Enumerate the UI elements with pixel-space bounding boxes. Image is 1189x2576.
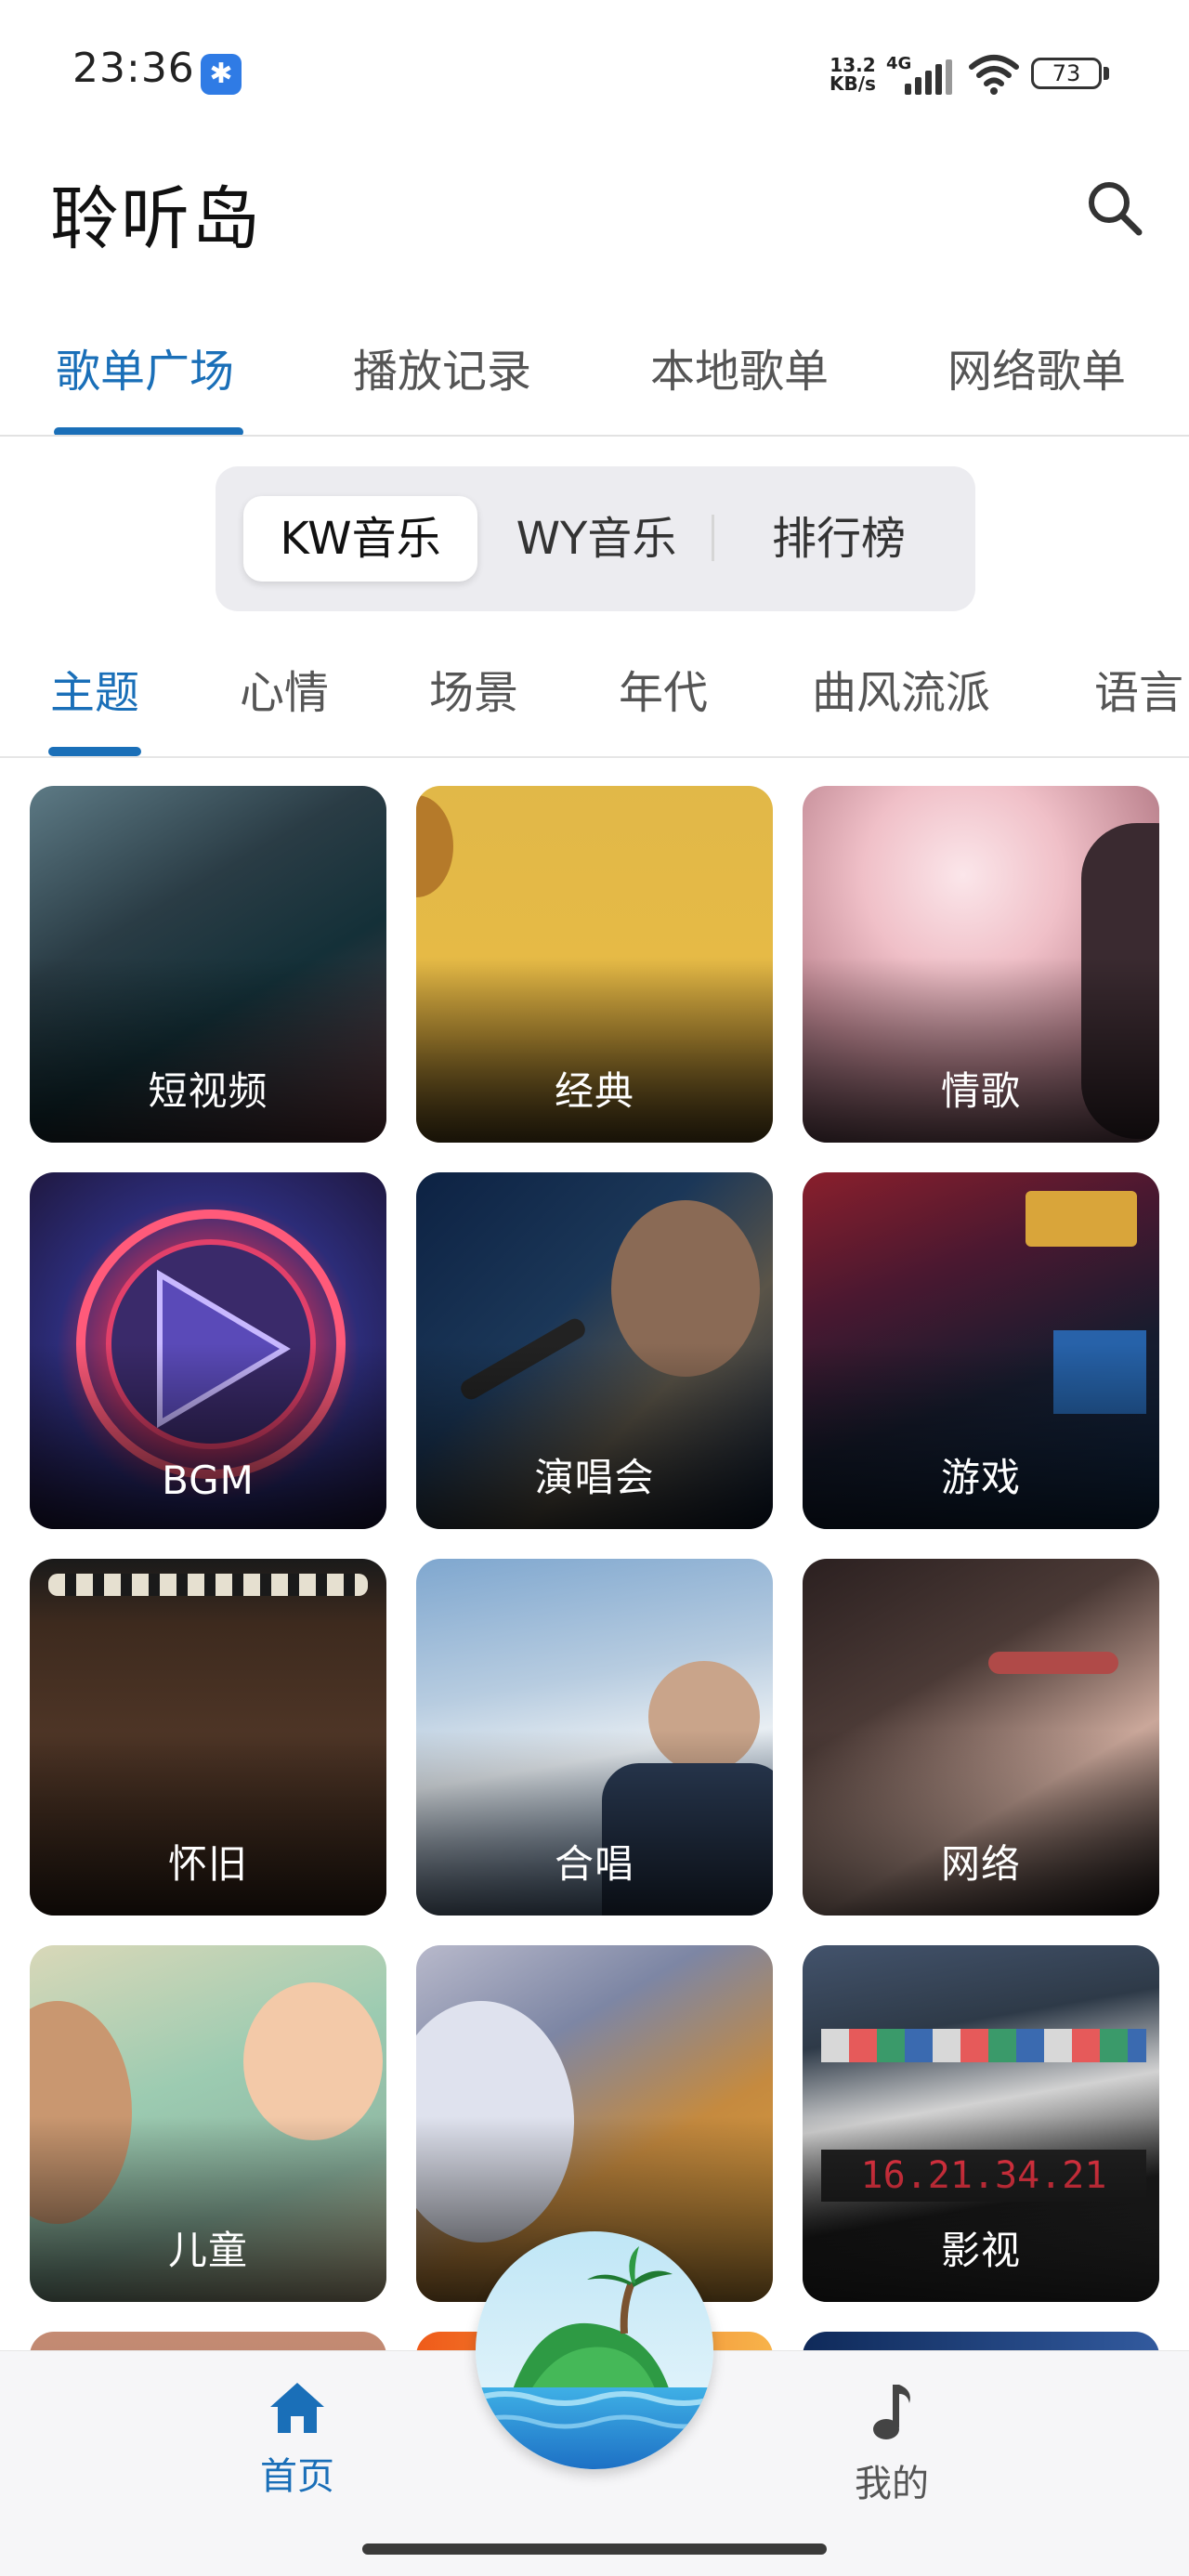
category-tab-scene[interactable]: 场景 [429, 656, 518, 721]
playlist-label: 情歌 [940, 1068, 1021, 1114]
playlist-card-nostalgia[interactable]: 怀旧 [30, 1559, 386, 1916]
playlist-card-concert[interactable]: 演唱会 [416, 1172, 773, 1529]
net-speed: 13.2 KB/s [830, 56, 876, 93]
wifi-icon [969, 55, 1019, 95]
nav-mine-label: 我的 [855, 2463, 929, 2505]
home-indicator[interactable] [362, 2543, 827, 2555]
playlist-card-games[interactable]: 游戏 [803, 1172, 1159, 1529]
battery-cap [1104, 67, 1109, 80]
cover-art [1026, 1191, 1137, 1247]
category-tab-theme[interactable]: 主题 [50, 656, 139, 721]
home-icon [270, 2383, 324, 2433]
status-bar: 23:36 ✱ 13.2 KB/s 4G 73 [0, 0, 1189, 149]
playlist-card-classic[interactable]: 经典 [416, 786, 773, 1143]
battery-indicator: 73 [1031, 58, 1102, 89]
tab-play-history[interactable]: 播放记录 [353, 334, 531, 399]
category-tab-indicator [48, 747, 141, 756]
playlist-label: 儿童 [167, 2228, 248, 2273]
net-speed-value: 13.2 [830, 54, 876, 76]
category-tab-mood[interactable]: 心情 [240, 656, 329, 721]
playlist-label: 影视 [940, 2228, 1021, 2273]
main-tabs: 歌单广场 播放记录 本地歌单 网络歌单 [0, 316, 1189, 437]
category-tab-language[interactable]: 语言 [1094, 656, 1183, 721]
search-icon[interactable] [1081, 175, 1148, 242]
signal-icon [905, 59, 952, 95]
playlist-label: 怀旧 [167, 1841, 248, 1887]
cover-art [416, 795, 453, 897]
tab-playlist-square[interactable]: 歌单广场 [56, 334, 234, 399]
playlist-label: 合唱 [554, 1841, 634, 1887]
category-tab-era[interactable]: 年代 [619, 656, 708, 721]
status-time: 23:36 [72, 45, 195, 92]
divider [0, 435, 1189, 437]
app-title: 聆听岛 [50, 179, 262, 259]
playlist-card-love-songs[interactable]: 情歌 [803, 786, 1159, 1143]
playlist-label: 游戏 [940, 1455, 1021, 1500]
nav-mine[interactable]: 我的 [799, 2379, 985, 2507]
playlist-grid: 短视频 经典 情歌 BGM 演唱会 游戏 怀旧 合唱 网络 儿童 影视 [0, 786, 1189, 2365]
island-logo-button[interactable] [476, 2231, 713, 2469]
playlist-label: 短视频 [148, 1068, 268, 1114]
net-speed-unit: KB/s [830, 72, 876, 95]
nav-home[interactable]: 首页 [204, 2379, 390, 2500]
island-logo-icon [476, 2231, 713, 2469]
star-badge-icon: ✱ [201, 54, 242, 95]
cover-art [988, 1652, 1118, 1674]
category-tabs: 主题 心情 场景 年代 曲风流派 语言 [0, 637, 1189, 758]
playlist-card-bgm[interactable]: BGM [30, 1172, 386, 1529]
tab-online-playlists[interactable]: 网络歌单 [947, 334, 1126, 399]
playlist-card-chorus[interactable]: 合唱 [416, 1559, 773, 1916]
nav-home-label: 首页 [260, 2455, 334, 2498]
source-wy-music[interactable]: WY音乐 [494, 466, 699, 611]
cover-art [48, 1574, 368, 1596]
playlist-label: 网络 [940, 1841, 1021, 1887]
tab-local-playlists[interactable]: 本地歌单 [650, 334, 829, 399]
music-note-icon [873, 2385, 910, 2439]
playlist-card-film[interactable]: 16.21.34.21 影视 [803, 1945, 1159, 2302]
playlist-label: 演唱会 [534, 1455, 655, 1500]
playlist-card-short-video[interactable]: 短视频 [30, 786, 386, 1143]
playlist-label: 经典 [554, 1068, 634, 1114]
playlist-card-online[interactable]: 网络 [803, 1559, 1159, 1916]
category-tab-genre[interactable]: 曲风流派 [812, 656, 990, 721]
segment-separator [712, 515, 714, 561]
source-rankings[interactable]: 排行榜 [732, 466, 946, 611]
source-segmented-control: KW音乐 WY音乐 排行榜 [216, 466, 975, 611]
source-kw-music[interactable]: KW音乐 [243, 496, 477, 582]
cover-art [821, 2029, 1146, 2062]
playlist-label: BGM [162, 1458, 255, 1503]
playlist-card-kids[interactable]: 儿童 [30, 1945, 386, 2302]
divider [0, 756, 1189, 758]
